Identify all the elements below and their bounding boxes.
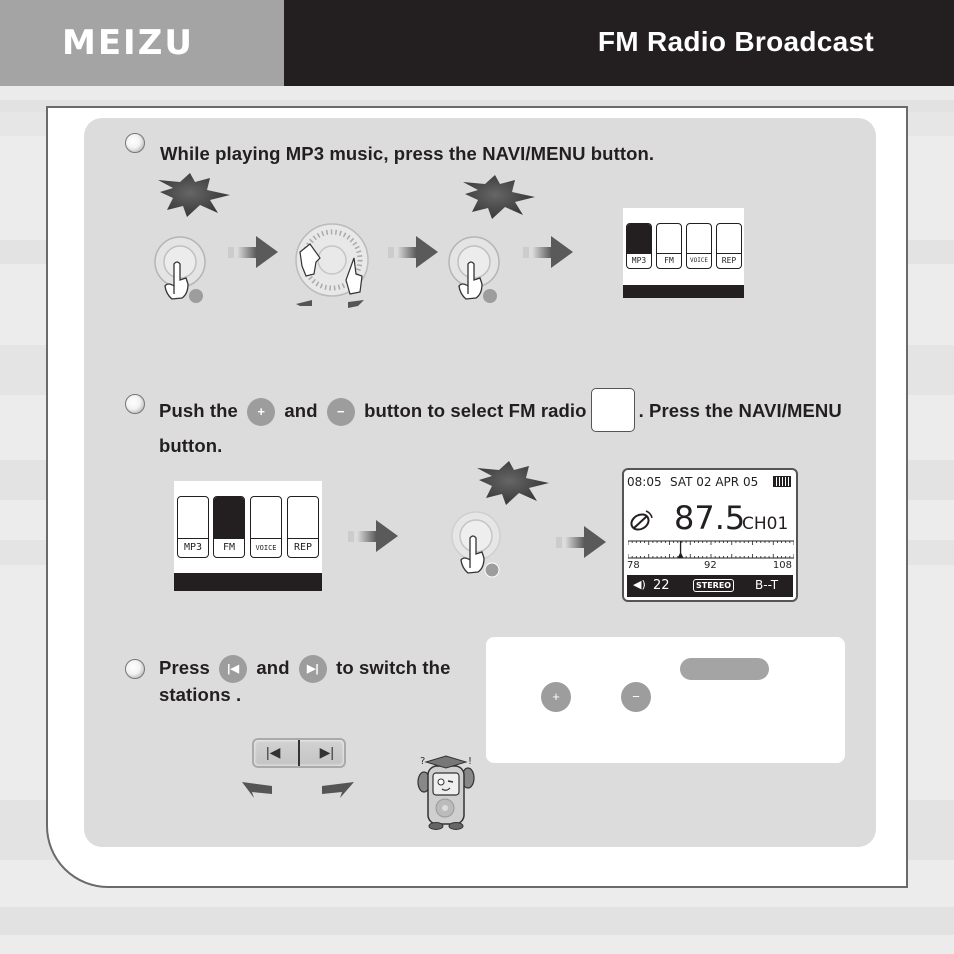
header-brand-area: MEIZU	[0, 0, 284, 86]
menu-item-fm: FM	[656, 223, 682, 269]
scroll-wheel-icon	[295, 223, 369, 308]
fm-radio-screen: 08:05 SAT 02 APR 05 87.5 CH01 78 92 108 …	[622, 468, 798, 602]
music-note-icon	[178, 497, 208, 539]
repeat-ab-icon	[288, 497, 318, 539]
svg-text:!: !	[468, 756, 472, 767]
step-bullet-icon	[125, 659, 145, 679]
fm-status-bar: ◀) 22 STEREO B--T	[627, 575, 793, 597]
volume-level: 22	[653, 578, 670, 593]
menu-item-rep: REP	[716, 223, 742, 269]
navi-menu-press-icon	[448, 236, 500, 303]
arrow-right-icon	[228, 236, 278, 268]
menu-item-mp3: MP3	[177, 496, 209, 558]
press-burst-icon	[463, 175, 535, 219]
bg-stripe	[0, 907, 954, 935]
navi-menu-press-icon	[451, 511, 501, 578]
menu-item-rep: REP	[287, 496, 319, 558]
microphone-icon	[687, 224, 711, 254]
main-menu-screen: MP3 FM VOICE REP	[623, 208, 744, 298]
scale-mid-label: 92	[704, 560, 717, 571]
next-track-icon: ▶|	[298, 655, 327, 683]
tuner-position-marker	[677, 541, 684, 558]
volume-down-icon: −	[621, 682, 651, 712]
pad-divider	[298, 740, 300, 766]
satellite-dish-icon	[630, 510, 653, 531]
fm-frequency: 87.5	[674, 499, 746, 537]
music-note-icon	[627, 224, 651, 254]
press-burst-icon	[477, 461, 549, 505]
fm-time: 08:05	[627, 475, 662, 489]
rotate-arrows-icon	[242, 782, 354, 798]
fm-date: SAT 02 APR 05	[670, 475, 759, 489]
previous-track-icon: |◀	[266, 744, 281, 760]
battery-icon	[773, 476, 791, 487]
speaker-icon: ◀)	[633, 578, 646, 591]
header-title-area: FM Radio Broadcast	[284, 0, 954, 86]
step-2-text: Push the + and − button to select FM rad…	[159, 388, 879, 458]
navi-menu-press-icon	[154, 236, 206, 303]
radio-icon	[657, 224, 681, 254]
mascot-player-icon: ? !	[417, 755, 475, 830]
menu-item-voice: VOICE	[686, 223, 712, 269]
arrow-right-icon	[556, 526, 606, 558]
tuning-scale	[628, 540, 794, 559]
scale-max-label: 108	[772, 560, 792, 571]
meizu-logo: MEIZU	[62, 23, 194, 63]
info-box: + −	[486, 637, 845, 763]
menu-item-mp3: MP3	[626, 223, 652, 269]
stereo-badge: STEREO	[693, 579, 735, 592]
menu-status-bar	[623, 285, 744, 298]
arrow-right-icon	[388, 236, 438, 268]
menu-item-fm: FM	[213, 496, 245, 558]
scale-min-label: 78	[627, 560, 640, 571]
step-1-text: While playing MP3 music, press the NAVI/…	[160, 143, 655, 164]
label-pill	[680, 658, 769, 680]
previous-track-icon: |◀	[219, 655, 248, 683]
step-bullet-icon	[125, 133, 145, 153]
page-title: FM Radio Broadcast	[597, 26, 874, 57]
volume-up-icon: +	[247, 398, 276, 426]
radio-icon	[214, 497, 244, 539]
step-3-text: Press |◀ and ▶| to switch the stations .	[159, 655, 451, 705]
skip-buttons-pad: |◀ ▶|	[252, 738, 346, 768]
bg-stripe	[0, 86, 954, 100]
arrow-right-icon	[348, 520, 398, 552]
microphone-icon	[251, 497, 281, 539]
next-track-icon: ▶|	[319, 744, 334, 760]
arrow-right-icon	[523, 236, 573, 268]
fm-mode: B--T	[755, 578, 779, 592]
press-burst-icon	[158, 173, 230, 217]
fm-channel: CH01	[742, 514, 789, 534]
repeat-ab-icon	[717, 224, 741, 254]
menu-status-bar	[174, 573, 322, 591]
fm-radio-icon	[590, 388, 635, 432]
volume-up-icon: +	[541, 682, 571, 712]
tuner-pointer	[677, 552, 684, 558]
svg-text:?: ?	[420, 756, 425, 767]
volume-down-icon: −	[326, 398, 355, 426]
main-menu-screen-fm-selected: MP3 FM VOICE REP	[174, 481, 322, 591]
step-bullet-icon	[125, 394, 145, 414]
menu-item-voice: VOICE	[250, 496, 282, 558]
